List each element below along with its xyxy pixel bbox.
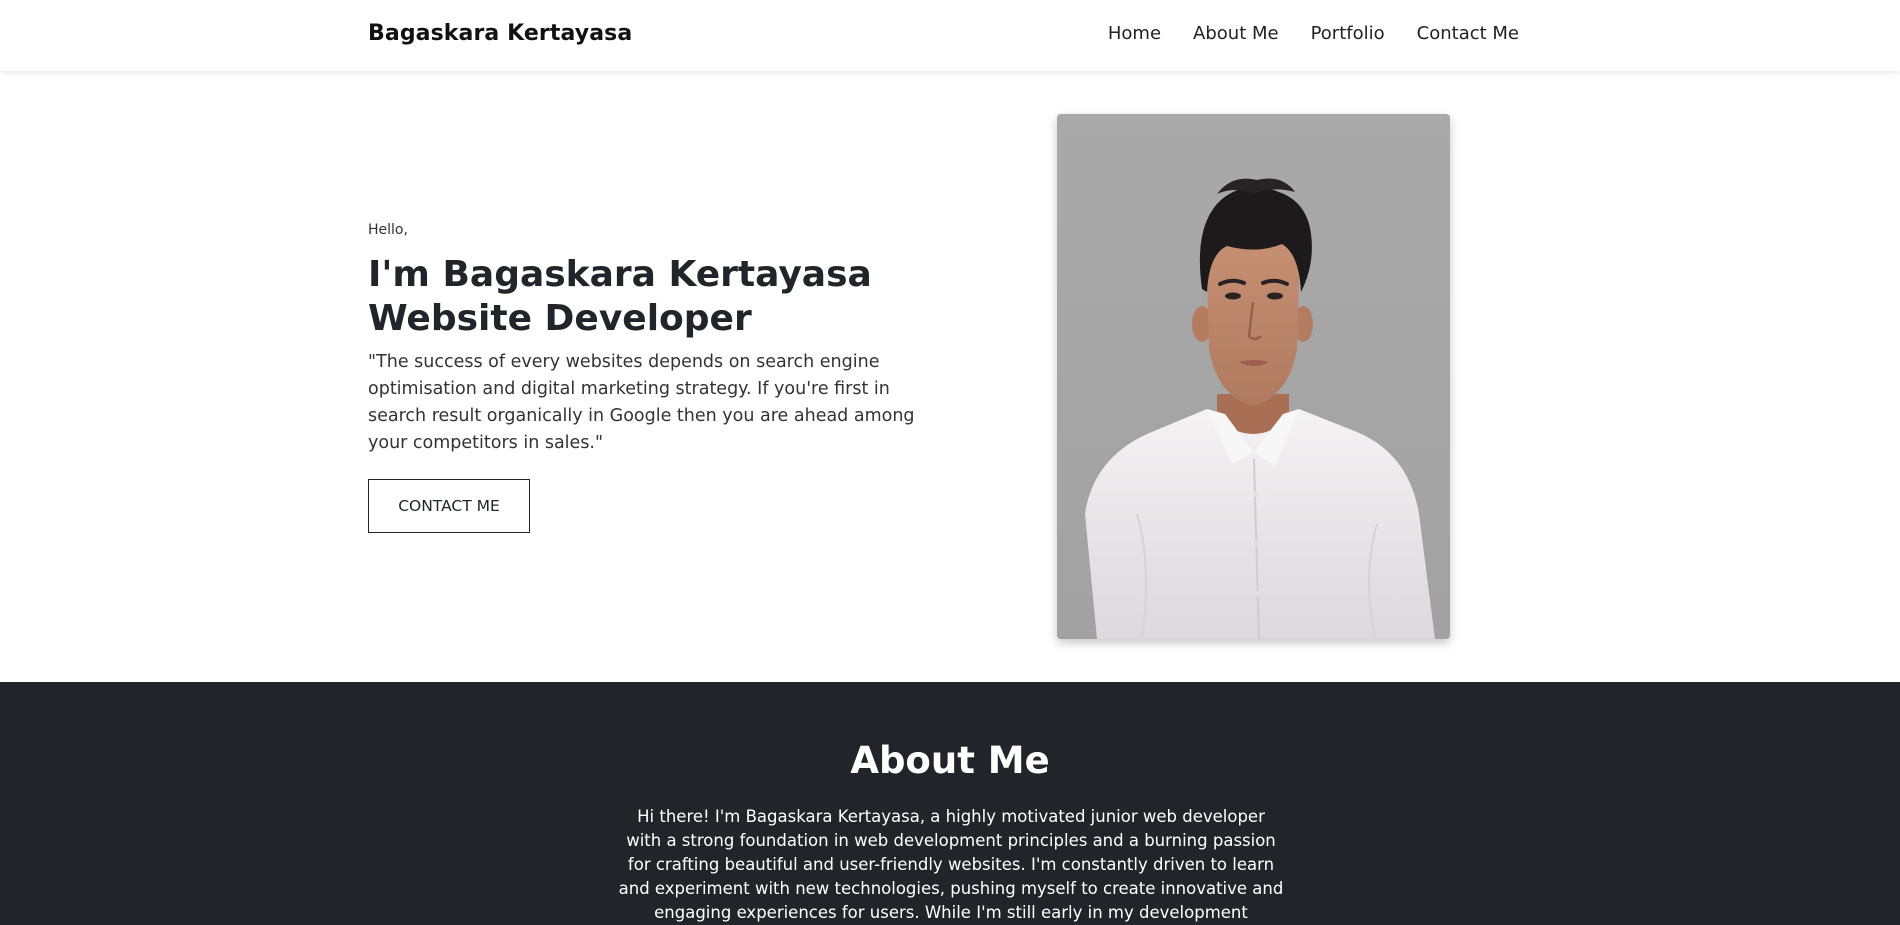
hero-section: Hello, I'm Bagaskara Kertayasa Website D…: [0, 71, 1900, 682]
profile-photo: [1057, 114, 1450, 639]
about-text: Hi there! I'm Bagaskara Kertayasa, a hig…: [618, 807, 1284, 922]
hero-title: I'm Bagaskara Kertayasa Website Develope…: [368, 253, 928, 341]
nav-link-contact-me[interactable]: Contact Me: [1417, 23, 1519, 44]
nav-link-portfolio[interactable]: Portfolio: [1311, 23, 1385, 44]
hero-title-role: Website Developer: [368, 298, 752, 339]
navbar: Bagaskara Kertayasa Home About Me Portfo…: [0, 0, 1900, 71]
about-section: About Me Hi there! I'm Bagaskara Kertaya…: [0, 682, 1900, 925]
hero-title-name: I'm Bagaskara Kertayasa: [368, 254, 872, 295]
nav-link-home[interactable]: Home: [1108, 23, 1161, 44]
nav-link-about-me[interactable]: About Me: [1193, 23, 1279, 44]
brand-logo-text[interactable]: Bagaskara Kertayasa: [368, 21, 632, 46]
about-title: About Me: [850, 739, 1050, 782]
hero-greeting: Hello,: [368, 222, 408, 238]
hero-quote: "The success of every websites depends o…: [368, 352, 915, 453]
nav-links: Home About Me Portfolio Contact Me: [1108, 23, 1519, 44]
profile-photo-illustration: [1057, 114, 1450, 639]
contact-me-button[interactable]: CONTACT ME: [368, 479, 530, 533]
